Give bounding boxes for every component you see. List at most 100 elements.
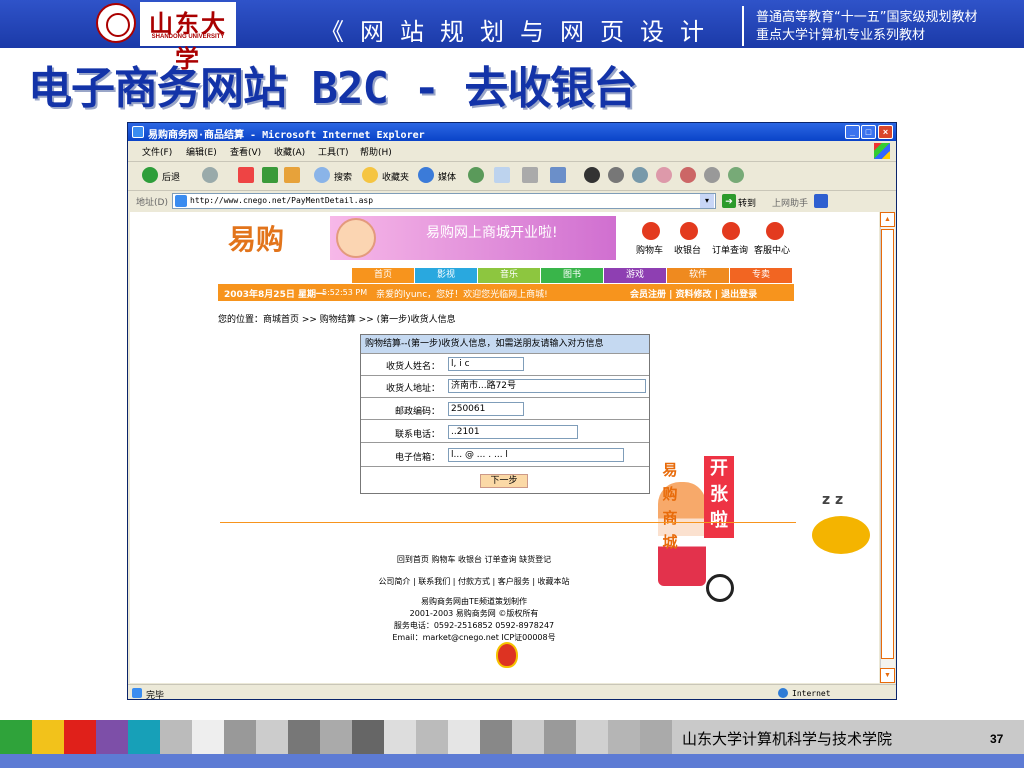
maximize-button[interactable]: □ xyxy=(861,125,876,139)
go-button[interactable]: 转到 xyxy=(738,196,756,209)
university-logo-en: SHANDONG UNIVERSITY xyxy=(151,34,225,40)
browser-window: 易购商务网·商品结算 - Microsoft Internet Explorer… xyxy=(127,122,897,701)
footer-square-photo-10 xyxy=(512,720,544,754)
cat-tab-games[interactable]: 游戏 xyxy=(604,268,666,283)
assistant-label[interactable]: 上网助手 xyxy=(772,196,808,209)
footer-credit: 易购商务网由TE频道策划制作 xyxy=(421,597,527,606)
nav-order-query[interactable]: 订单查询 xyxy=(712,243,748,256)
mail-icon[interactable] xyxy=(494,167,510,183)
nav-checkout[interactable]: 收银台 xyxy=(674,243,701,256)
back-icon[interactable] xyxy=(142,167,158,183)
footer-square-photo-12 xyxy=(576,720,608,754)
footer-divider xyxy=(220,522,796,523)
footer-square-yellow xyxy=(32,720,64,754)
email-input[interactable]: l... @ ... . ... l xyxy=(448,448,624,462)
edit-icon[interactable] xyxy=(550,167,566,183)
footer-square-photo-14 xyxy=(640,720,672,754)
name-label: 收货人姓名： xyxy=(385,362,440,372)
category-tabs: 首页 影视 音乐 图书 游戏 软件 专卖 xyxy=(352,268,792,283)
stop-icon[interactable] xyxy=(238,167,254,183)
series-line-2: 重点大学计算机专业系列教材 xyxy=(756,28,926,43)
site-logo[interactable]: 易购 xyxy=(228,218,284,258)
people-icon[interactable] xyxy=(728,167,744,183)
back-label[interactable]: 后退 xyxy=(162,170,180,183)
next-step-button[interactable]: 下一步 xyxy=(480,474,528,488)
footer-square-photo-7 xyxy=(416,720,448,754)
favorites-star-icon[interactable] xyxy=(362,167,378,183)
cat-tab-music[interactable]: 音乐 xyxy=(478,268,540,283)
refresh-icon[interactable] xyxy=(262,167,278,183)
address-dropdown-icon[interactable]: ▾ xyxy=(700,194,714,208)
window-title-bar[interactable]: 易购商务网·商品结算 - Microsoft Internet Explorer… xyxy=(128,123,896,141)
windows-logo-icon xyxy=(874,143,890,159)
cart-icon[interactable] xyxy=(642,222,660,240)
name-input[interactable]: l, i c xyxy=(448,357,524,371)
media-label[interactable]: 媒体 xyxy=(438,170,456,183)
assistant-icon[interactable] xyxy=(814,194,828,208)
nav-cart[interactable]: 购物车 xyxy=(636,243,663,256)
menu-tools[interactable]: 工具(T) xyxy=(318,145,349,158)
menu-help[interactable]: 帮助(H) xyxy=(360,145,392,158)
discuss-icon[interactable] xyxy=(584,167,600,183)
footer-links-1[interactable]: 回到首页 购物车 收银台 订单查询 缺货登记 xyxy=(330,554,618,565)
search-label[interactable]: 搜索 xyxy=(334,170,352,183)
shop-vertical-text: 易购商城 xyxy=(662,461,678,551)
breadcrumb: 您的位置：商城首页 >> 购物结算 >> (第一步)收货人信息 xyxy=(218,315,456,325)
media-icon[interactable] xyxy=(418,167,434,183)
scroll-thumb[interactable] xyxy=(881,229,894,659)
cat-tab-home[interactable]: 首页 xyxy=(352,268,414,283)
site-emblem-icon xyxy=(496,642,518,668)
minimize-button[interactable]: _ xyxy=(845,125,860,139)
header-divider xyxy=(742,6,744,46)
order-query-icon[interactable] xyxy=(722,222,740,240)
ie-page-icon xyxy=(132,126,144,138)
go-arrow-icon[interactable]: ➔ xyxy=(722,194,736,208)
messenger-icon[interactable] xyxy=(608,167,624,183)
cat-tab-books[interactable]: 图书 xyxy=(541,268,603,283)
cat-tab-special[interactable]: 专卖 xyxy=(730,268,792,283)
cat-tab-video[interactable]: 影视 xyxy=(415,268,477,283)
scroll-up-icon[interactable]: ▲ xyxy=(880,212,895,227)
footer-email: Email：market@cnego.net ICP证00008号 xyxy=(392,633,556,642)
plugin-icon[interactable] xyxy=(680,167,696,183)
research-icon[interactable] xyxy=(632,167,648,183)
address-field-label: 收货人地址： xyxy=(385,384,440,394)
footer-school-name: 山东大学计算机科学与技术学院 xyxy=(682,730,893,748)
footer-square-red xyxy=(64,720,96,754)
chat-icon[interactable] xyxy=(704,167,720,183)
history-icon[interactable] xyxy=(468,167,484,183)
favorites-label[interactable]: 收藏夹 xyxy=(382,170,409,183)
menu-favorites[interactable]: 收藏(A) xyxy=(274,145,305,158)
footer-links-2[interactable]: 公司简介 | 联系我们 | 付款方式 | 客户服务 | 收藏本站 xyxy=(330,576,618,587)
address-text[interactable]: http://www.cnego.net/PayMentDetail.asp xyxy=(190,196,373,205)
nav-service[interactable]: 客服中心 xyxy=(754,243,790,256)
menu-file[interactable]: 文件(F) xyxy=(142,145,172,158)
checkout-icon[interactable] xyxy=(680,222,698,240)
page-viewport: 易购 易购网上商城开业啦! 购物车 收银台 订单查询 客服中心 首页 影视 音乐… xyxy=(130,212,879,683)
phone-input[interactable]: ..2101 xyxy=(448,425,578,439)
search-icon[interactable] xyxy=(314,167,330,183)
home-icon[interactable] xyxy=(284,167,300,183)
footer-square-photo-13 xyxy=(608,720,640,754)
address-field-input[interactable]: 济南市...路72号 xyxy=(448,379,646,393)
menu-edit[interactable]: 编辑(E) xyxy=(186,145,217,158)
service-icon[interactable] xyxy=(766,222,784,240)
menu-view[interactable]: 查看(V) xyxy=(230,145,261,158)
sleep-zz: z z xyxy=(822,492,844,508)
window-title: 易购商务网·商品结算 - Microsoft Internet Explorer xyxy=(148,130,425,141)
welcome-text: 亲爱的lyunc，您好！欢迎您光临网上商城! xyxy=(376,290,548,300)
account-links[interactable]: 会员注册 | 资料修改 | 退出登录 xyxy=(630,287,757,300)
zone-text: Internet xyxy=(792,689,831,698)
footer-square-white xyxy=(192,720,224,754)
tools-icon[interactable] xyxy=(656,167,672,183)
close-button[interactable]: × xyxy=(878,125,893,139)
footer-square-photo-9 xyxy=(480,720,512,754)
print-icon[interactable] xyxy=(522,167,538,183)
address-label: 地址(D) xyxy=(136,198,168,208)
forward-icon[interactable] xyxy=(202,167,218,183)
footer-square-photo-11 xyxy=(544,720,576,754)
cat-tab-software[interactable]: 软件 xyxy=(667,268,729,283)
postcode-input[interactable]: 250061 xyxy=(448,402,524,416)
scroll-down-icon[interactable]: ▼ xyxy=(880,668,895,683)
phone-label: 联系电话： xyxy=(394,430,440,440)
